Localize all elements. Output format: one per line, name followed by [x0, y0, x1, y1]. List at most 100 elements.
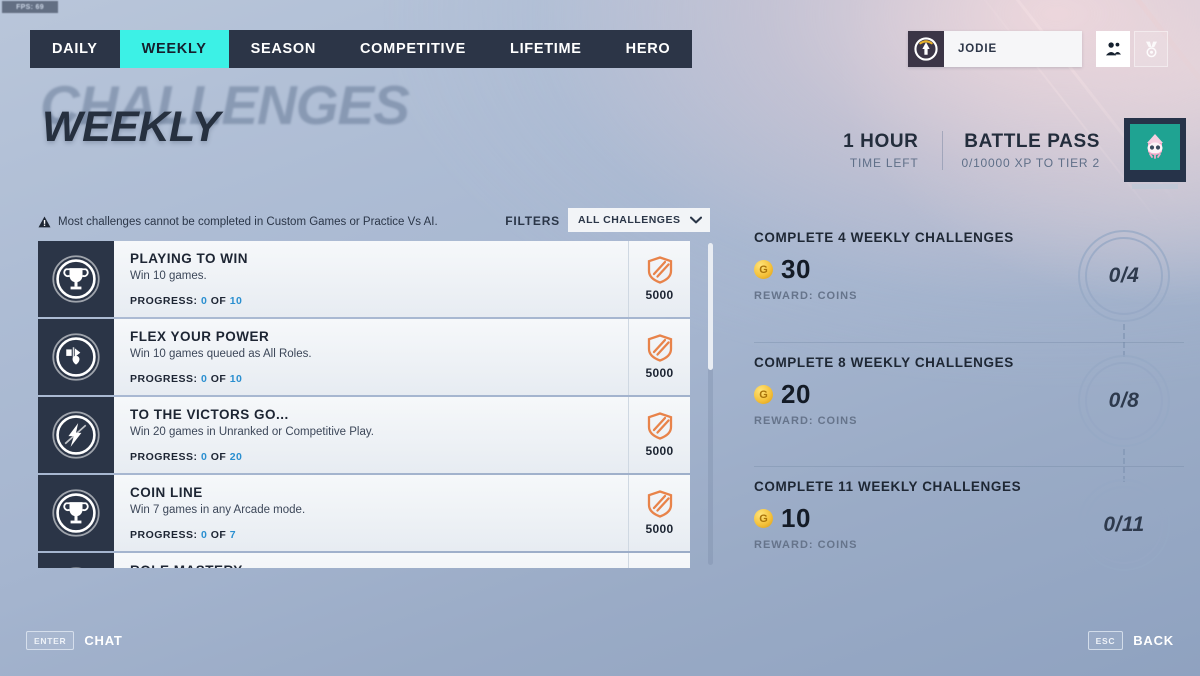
- challenge-progress: PROGRESS: 0 OF 10: [130, 295, 242, 307]
- challenge-row[interactable]: COIN LINE Win 7 games in any Arcade mode.…: [38, 475, 690, 551]
- progress-total: 10: [229, 373, 243, 385]
- friends-button[interactable]: [1096, 31, 1130, 67]
- tab-competitive[interactable]: COMPETITIVE: [338, 30, 488, 68]
- challenge-xp-value: 5000: [645, 366, 674, 380]
- challenge-filter-dropdown[interactable]: ALL CHALLENGES: [568, 208, 710, 232]
- filter-bar: Most challenges cannot be completed in C…: [38, 208, 710, 236]
- challenge-xp-value: 5000: [645, 444, 674, 458]
- battle-pass-character-icon: [1147, 134, 1163, 159]
- progress-current: 0: [200, 295, 208, 307]
- challenge-progress: PROGRESS: 0 OF 10: [130, 373, 242, 385]
- tab-lifetime[interactable]: LIFETIME: [488, 30, 604, 68]
- challenge-body: ROLE MASTERY: [114, 553, 628, 568]
- challenge-title: TO THE VICTORS GO...: [130, 407, 289, 422]
- challenge-title: PLAYING TO WIN: [130, 251, 249, 266]
- challenge-row[interactable]: TO THE VICTORS GO... Win 20 games in Unra…: [38, 397, 690, 473]
- season-timer: 1 HOUR TIME LEFT: [825, 130, 944, 170]
- challenge-row[interactable]: PLAYING TO WIN Win 10 games. PROGRESS: 0 O…: [38, 241, 690, 317]
- timer-value: 1 HOUR: [843, 130, 919, 152]
- challenge-xp-reward: 5000: [628, 241, 690, 317]
- node-ring-inner: 0/4: [1085, 237, 1163, 315]
- progress-current: 0: [200, 529, 208, 541]
- challenge-description: Win 20 games in Unranked or Competitive …: [130, 426, 374, 438]
- challenge-progress: PROGRESS: 0 OF 20: [130, 451, 242, 463]
- chat-label: CHAT: [84, 633, 123, 648]
- player-name: JODIE: [958, 43, 998, 55]
- node-progress-label: 0/4: [1108, 264, 1140, 287]
- player-pill[interactable]: JODIE: [908, 31, 1082, 67]
- tab-weekly[interactable]: WEEKLY: [119, 30, 229, 68]
- challenge-xp-value: 5000: [645, 522, 674, 536]
- coin-icon: G: [754, 509, 773, 528]
- challenge-description: Win 7 games in any Arcade mode.: [130, 504, 306, 516]
- progress-prefix: PROGRESS:: [130, 529, 198, 541]
- filters-label: FILTERS: [505, 214, 560, 228]
- progress-current: 0: [200, 373, 208, 385]
- challenge-description: Win 10 games.: [130, 270, 207, 282]
- xp-shield-icon: [647, 412, 672, 440]
- battle-pass-strip[interactable]: 1 HOUR TIME LEFT BATTLE PASS 0/10000 XP …: [825, 116, 1186, 189]
- progress-prefix: PROGRESS:: [130, 295, 198, 307]
- weekly-rewards-panel: COMPLETE 4 WEEKLY CHALLENGES G 30 REWARD: C…: [754, 218, 1184, 571]
- progress-joiner: OF: [210, 295, 227, 307]
- medal-icon: [1145, 41, 1157, 57]
- battle-pass-reward-preview: [1130, 124, 1180, 170]
- battle-pass-tier-bar: [1132, 184, 1178, 189]
- challenge-warning-text: Most challenges cannot be completed in C…: [58, 216, 438, 228]
- trophy-icon: [38, 241, 114, 317]
- reward-amount: 20: [781, 379, 811, 409]
- reward-tier: COMPLETE 8 WEEKLY CHALLENGES G 20 REWARD: C…: [754, 342, 1184, 466]
- reward-progress-node: 0/8: [1078, 355, 1170, 447]
- battle-pass-tile[interactable]: [1124, 118, 1186, 189]
- scrollbar-thumb[interactable]: [708, 243, 713, 370]
- challenge-title: FLEX YOUR POWER: [130, 329, 270, 344]
- reward-progress-node: 0/4: [1078, 230, 1170, 322]
- reward-tier: COMPLETE 4 WEEKLY CHALLENGES G 30 REWARD: C…: [754, 218, 1184, 342]
- progress-total: 20: [229, 451, 243, 463]
- reward-progress-node: 0/11: [1078, 479, 1170, 571]
- tab-season[interactable]: SEASON: [229, 30, 338, 68]
- tab-daily[interactable]: DAILY: [30, 30, 120, 68]
- all-roles-icon: [38, 319, 114, 395]
- coin-icon: G: [754, 385, 773, 404]
- overwatch-logo-icon: [914, 37, 938, 61]
- challenge-row[interactable]: ROLE MASTERY: [38, 553, 690, 568]
- friends-icon: [1105, 42, 1121, 56]
- achievements-button[interactable]: [1134, 31, 1168, 67]
- warning-triangle-icon: [38, 216, 51, 228]
- reward-amount: 30: [781, 254, 811, 284]
- battle-pass-progress: 0/10000 XP TO TIER 2: [961, 155, 1100, 170]
- challenge-list[interactable]: PLAYING TO WIN Win 10 games. PROGRESS: 0 O…: [38, 241, 690, 568]
- progress-total: 10: [229, 295, 243, 307]
- challenge-list-scrollbar[interactable]: [708, 243, 713, 565]
- challenge-xp-reward: 5000: [628, 475, 690, 551]
- chat-action[interactable]: ENTER CHAT: [26, 631, 123, 650]
- challenge-body: TO THE VICTORS GO... Win 20 games in Unra…: [114, 397, 628, 473]
- challenge-xp-reward: [628, 553, 690, 568]
- node-ring-inner: 0/8: [1085, 362, 1163, 440]
- progress-joiner: OF: [210, 451, 227, 463]
- reward-amount: 10: [781, 503, 811, 533]
- back-action[interactable]: ESC BACK: [1087, 631, 1174, 650]
- challenge-warning: Most challenges cannot be completed in C…: [38, 216, 438, 228]
- progress-prefix: PROGRESS:: [130, 373, 198, 385]
- xp-shield-icon: [647, 256, 672, 284]
- node-ring-inner: 0/11: [1085, 486, 1163, 564]
- page-title: WEEKLY: [42, 103, 220, 151]
- progress-total: 7: [229, 529, 237, 541]
- challenge-body: PLAYING TO WIN Win 10 games. PROGRESS: 0 O…: [114, 241, 628, 317]
- challenge-body: COIN LINE Win 7 games in any Arcade mode.…: [114, 475, 628, 551]
- tab-hero[interactable]: HERO: [604, 30, 693, 68]
- trophy-icon: [38, 475, 114, 551]
- challenge-row[interactable]: FLEX YOUR POWER Win 10 games queued as Al…: [38, 319, 690, 395]
- challenge-xp-value: 5000: [645, 288, 674, 302]
- challenge-xp-reward: 5000: [628, 397, 690, 473]
- lightning-bolt-icon: [38, 397, 114, 473]
- coin-icon: G: [754, 260, 773, 279]
- challenge-body: FLEX YOUR POWER Win 10 games queued as Al…: [114, 319, 628, 395]
- challenge-filter-value: ALL CHALLENGES: [578, 214, 681, 226]
- back-label: BACK: [1133, 633, 1174, 648]
- node-progress-label: 0/8: [1108, 389, 1140, 412]
- reward-tier: COMPLETE 11 WEEKLY CHALLENGES G 10 REWARD: …: [754, 466, 1184, 590]
- timer-label: TIME LEFT: [849, 155, 919, 170]
